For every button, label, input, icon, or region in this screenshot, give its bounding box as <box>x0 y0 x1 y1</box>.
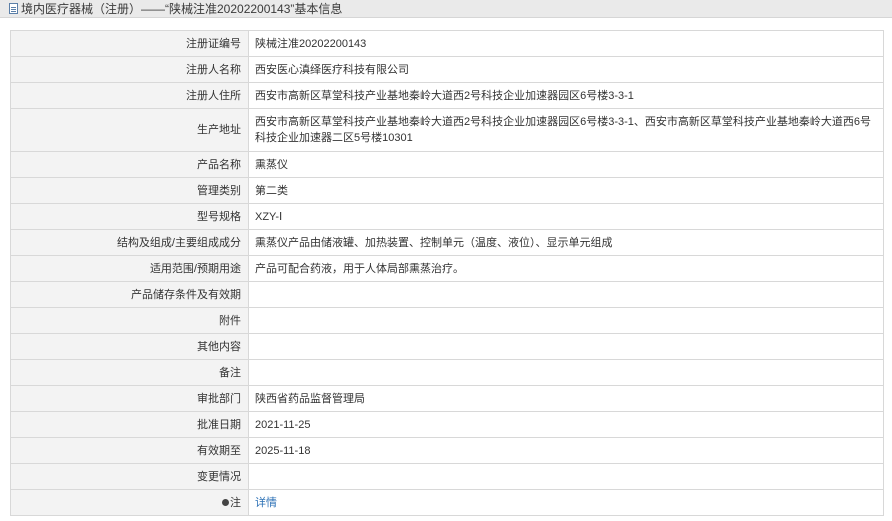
row-label: 产品储存条件及有效期 <box>10 281 249 308</box>
note-label-cell: 注 <box>10 489 249 516</box>
table-row: 注册人名称 西安医心滇绎医疗科技有限公司 <box>10 56 884 83</box>
row-value <box>248 333 884 360</box>
table-row: 有效期至 2025-11-18 <box>10 437 884 464</box>
table-row: 适用范围/预期用途 产品可配合药液，用于人体局部熏蒸治疗。 <box>10 255 884 282</box>
table-row: 变更情况 <box>10 463 884 490</box>
row-value <box>248 359 884 386</box>
row-value: 陕械注准20202200143 <box>248 30 884 57</box>
row-label: 附件 <box>10 307 249 334</box>
row-value: 第二类 <box>248 177 884 204</box>
row-value: 熏蒸仪 <box>248 151 884 178</box>
row-label: 管理类别 <box>10 177 249 204</box>
row-value: 陕西省药品监督管理局 <box>248 385 884 412</box>
document-icon <box>9 3 18 14</box>
row-value: 西安医心滇绎医疗科技有限公司 <box>248 56 884 83</box>
row-label: 注册人名称 <box>10 56 249 83</box>
row-value <box>248 281 884 308</box>
table-row: 产品名称 熏蒸仪 <box>10 151 884 178</box>
table-row: 其他内容 <box>10 333 884 360</box>
row-label: 型号规格 <box>10 203 249 230</box>
row-label: 产品名称 <box>10 151 249 178</box>
row-label: 注册人住所 <box>10 82 249 109</box>
row-label: 变更情况 <box>10 463 249 490</box>
note-row: 注 详情 <box>10 489 884 516</box>
table-row: 注册人住所 西安市高新区草堂科技产业基地秦岭大道西2号科技企业加速器园区6号楼3… <box>10 82 884 109</box>
table-row: 注册证编号 陕械注准20202200143 <box>10 30 884 57</box>
row-value: 熏蒸仪产品由储液罐、加热装置、控制单元（温度、液位）、显示单元组成 <box>248 229 884 256</box>
row-value: 2025-11-18 <box>248 437 884 464</box>
note-label: 注 <box>230 496 241 509</box>
row-label: 生产地址 <box>10 108 249 152</box>
detail-table: 注册证编号 陕械注准20202200143 注册人名称 西安医心滇绎医疗科技有限… <box>10 30 884 516</box>
table-row: 生产地址 西安市高新区草堂科技产业基地秦岭大道西2号科技企业加速器园区6号楼3-… <box>10 108 884 152</box>
row-value: 西安市高新区草堂科技产业基地秦岭大道西2号科技企业加速器园区6号楼3-3-1、西… <box>248 108 884 152</box>
row-value <box>248 463 884 490</box>
row-label: 注册证编号 <box>10 30 249 57</box>
table-row: 产品储存条件及有效期 <box>10 281 884 308</box>
row-label: 审批部门 <box>10 385 249 412</box>
details-link[interactable]: 详情 <box>255 497 277 509</box>
bullet-icon <box>222 498 229 506</box>
row-value: XZY-Ⅰ <box>248 203 884 230</box>
table-row: 备注 <box>10 359 884 386</box>
note-value-cell: 详情 <box>248 489 884 516</box>
table-row: 附件 <box>10 307 884 334</box>
row-label: 批准日期 <box>10 411 249 438</box>
row-label: 有效期至 <box>10 437 249 464</box>
row-label: 备注 <box>10 359 249 386</box>
row-value: 西安市高新区草堂科技产业基地秦岭大道西2号科技企业加速器园区6号楼3-3-1 <box>248 82 884 109</box>
table-row: 管理类别 第二类 <box>10 177 884 204</box>
page-header: 境内医疗器械（注册）——“陕械注准20202200143”基本信息 <box>0 0 892 18</box>
table-row: 型号规格 XZY-Ⅰ <box>10 203 884 230</box>
row-value: 2021-11-25 <box>248 411 884 438</box>
row-value <box>248 307 884 334</box>
row-value: 产品可配合药液，用于人体局部熏蒸治疗。 <box>248 255 884 282</box>
table-row: 批准日期 2021-11-25 <box>10 411 884 438</box>
row-label: 其他内容 <box>10 333 249 360</box>
table-row: 结构及组成/主要组成成分 熏蒸仪产品由储液罐、加热装置、控制单元（温度、液位）、… <box>10 229 884 256</box>
row-label: 适用范围/预期用途 <box>10 255 249 282</box>
page-title: 境内医疗器械（注册）——“陕械注准20202200143”基本信息 <box>21 2 343 16</box>
row-label: 结构及组成/主要组成成分 <box>10 229 249 256</box>
table-row: 审批部门 陕西省药品监督管理局 <box>10 385 884 412</box>
